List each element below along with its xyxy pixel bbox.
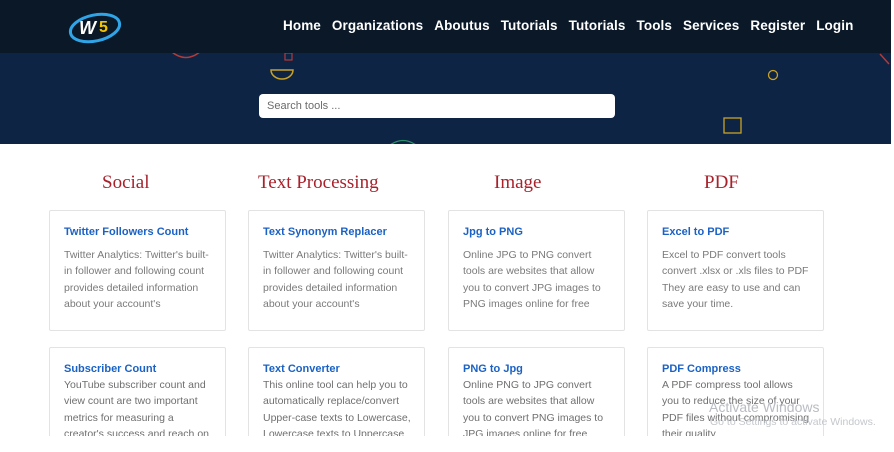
- decorative-arc-bottom: [390, 139, 416, 144]
- tool-card-subscriber-count[interactable]: Subscriber Count YouTube subscriber coun…: [49, 347, 226, 447]
- site-logo-icon[interactable]: W 5: [66, 7, 124, 47]
- decorative-ring: [767, 69, 779, 81]
- nav-tutorials-2[interactable]: Tutorials: [569, 18, 626, 38]
- card-description: A PDF compress tool allows you to reduce…: [662, 379, 810, 441]
- svg-text:5: 5: [99, 19, 108, 36]
- decorative-small-square: [284, 52, 293, 61]
- hero-banner: W 5 Home Organizations Aboutus Tutorials…: [0, 0, 891, 144]
- decorative-square: [723, 117, 742, 134]
- card-title[interactable]: Subscriber Count: [64, 362, 212, 376]
- nav-organizations[interactable]: Organizations: [332, 18, 423, 38]
- tool-card-pdf-compress[interactable]: PDF Compress A PDF compress tool allows …: [647, 347, 824, 447]
- card-title[interactable]: PNG to Jpg: [463, 362, 611, 376]
- tool-card-excel-to-pdf[interactable]: Excel to PDF Excel to PDF convert tools …: [647, 210, 824, 331]
- card-title[interactable]: Text Converter: [263, 362, 411, 376]
- tool-card-png-to-jpg[interactable]: PNG to Jpg Online PNG to JPG convert too…: [448, 347, 625, 447]
- search-input[interactable]: [259, 94, 615, 118]
- card-description: Twitter Analytics: Twitter's built-in fo…: [64, 249, 209, 311]
- tool-card-twitter-followers-count[interactable]: Twitter Followers Count Twitter Analytic…: [49, 210, 226, 331]
- nav-services[interactable]: Services: [683, 18, 739, 38]
- tool-card-text-converter[interactable]: Text Converter This online tool can help…: [248, 347, 425, 447]
- nav-home[interactable]: Home: [283, 18, 321, 38]
- card-title[interactable]: Excel to PDF: [662, 225, 810, 239]
- top-navbar: W 5 Home Organizations Aboutus Tutorials…: [0, 0, 891, 53]
- nav-tools[interactable]: Tools: [637, 18, 673, 38]
- card-title[interactable]: Twitter Followers Count: [64, 225, 212, 239]
- tool-card-jpg-to-png[interactable]: Jpg to PNG Online JPG to PNG convert too…: [448, 210, 625, 331]
- category-image: Image: [494, 172, 542, 193]
- card-description: Twitter Analytics: Twitter's built-in fo…: [263, 249, 408, 311]
- card-description: Excel to PDF convert tools convert .xlsx…: [662, 249, 809, 311]
- nav-tutorials[interactable]: Tutorials: [501, 18, 558, 38]
- main-nav: Home Organizations Aboutus Tutorials Tut…: [283, 18, 864, 38]
- nav-login[interactable]: Login: [816, 18, 853, 38]
- card-description: This online tool can help you to automat…: [263, 379, 411, 441]
- category-pdf: PDF: [704, 172, 739, 193]
- card-description: Online PNG to JPG convert tools are webs…: [463, 379, 604, 441]
- card-title[interactable]: Text Synonym Replacer: [263, 225, 411, 239]
- nav-aboutus[interactable]: Aboutus: [434, 18, 489, 38]
- page-bottom-edge: [0, 436, 894, 452]
- nav-register[interactable]: Register: [750, 18, 805, 38]
- card-title[interactable]: PDF Compress: [662, 362, 810, 376]
- card-title[interactable]: Jpg to PNG: [463, 225, 611, 239]
- tool-card-text-synonym-replacer[interactable]: Text Synonym Replacer Twitter Analytics:…: [248, 210, 425, 331]
- decorative-line: [879, 53, 890, 65]
- category-social: Social: [102, 172, 150, 193]
- svg-text:W: W: [79, 18, 98, 38]
- card-description: Online JPG to PNG convert tools are webs…: [463, 249, 601, 311]
- category-text-processing: Text Processing: [258, 172, 379, 193]
